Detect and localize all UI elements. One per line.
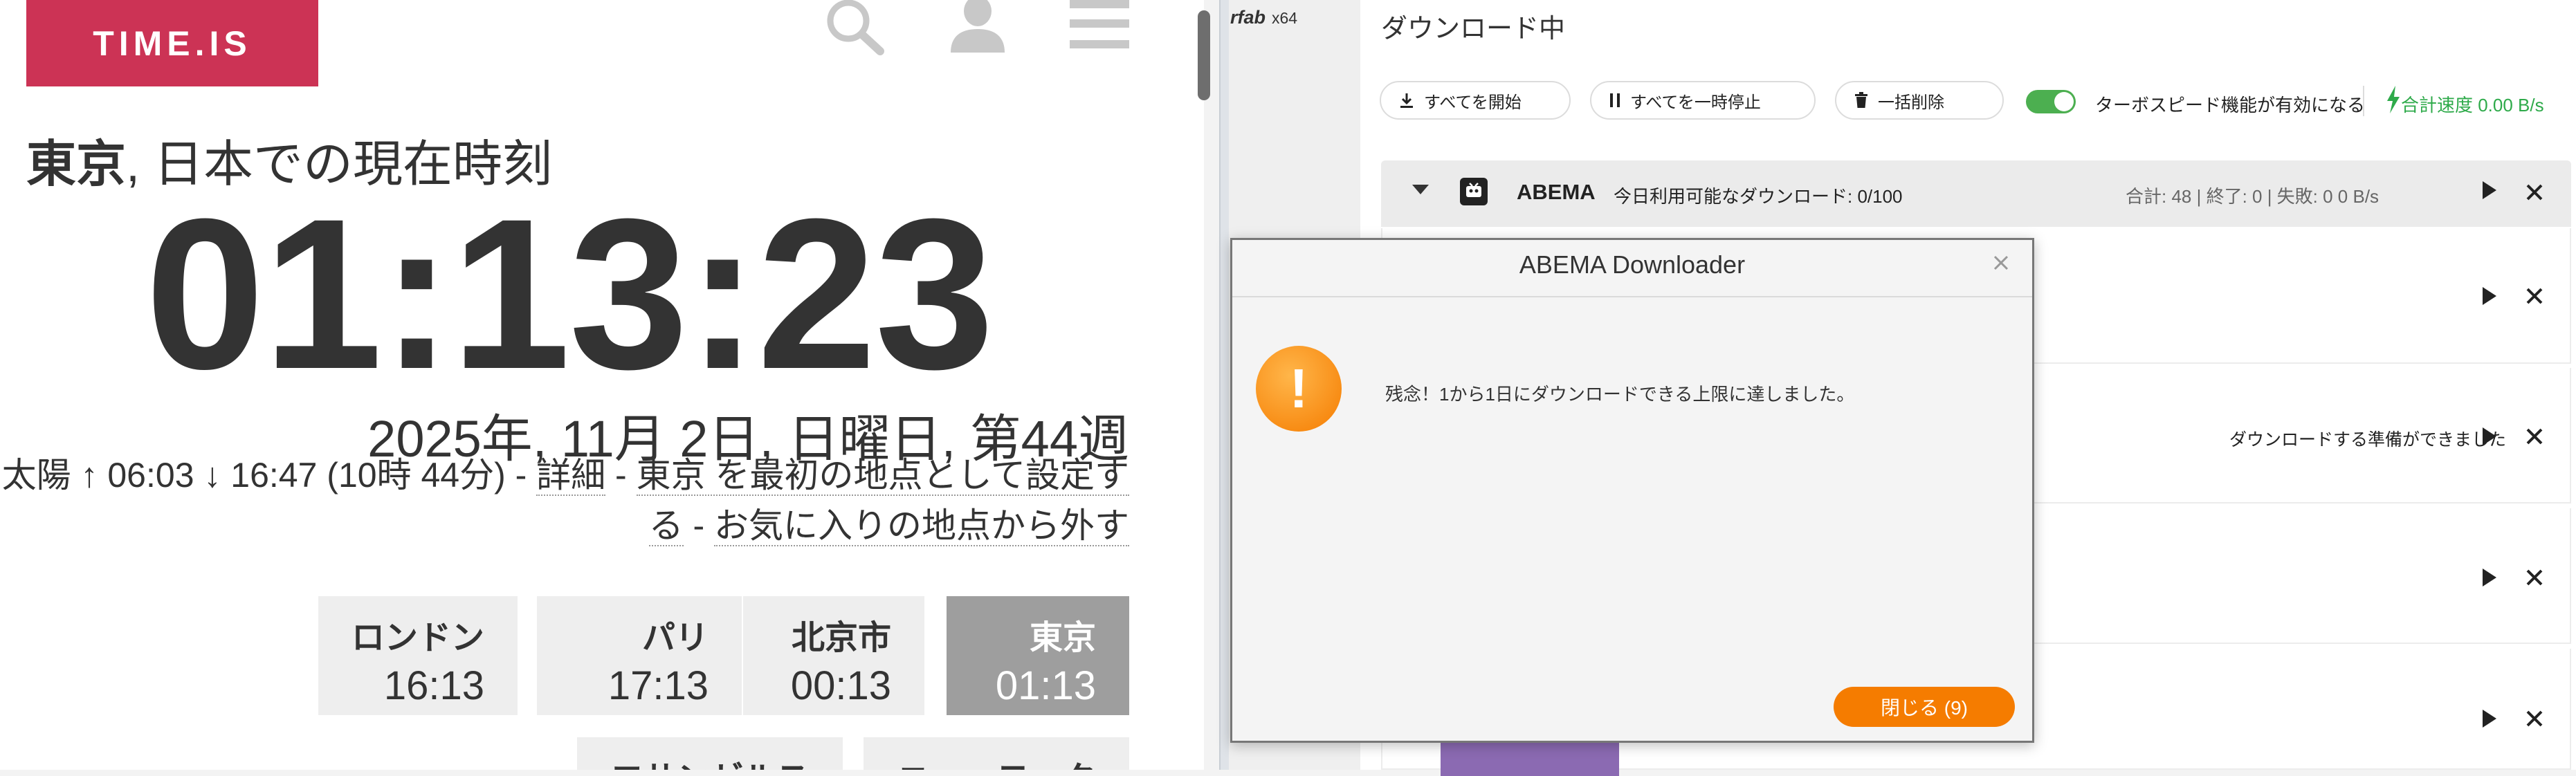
close-icon[interactable] <box>2525 427 2543 449</box>
close-icon[interactable] <box>2525 569 2543 590</box>
scrollbar-thumb[interactable] <box>1198 10 1210 100</box>
city-time: 00:13 <box>790 663 891 708</box>
close-icon[interactable] <box>1991 249 2011 280</box>
dialog-message: 残念！1から1日にダウンロードできる上限に達しました。 <box>1385 384 1855 405</box>
dialog-title: ABEMA Downloader <box>1519 250 1746 279</box>
menu-icon[interactable] <box>1070 0 1129 51</box>
row-status: ダウンロードする準備ができました <box>2229 430 2507 450</box>
city-tile-london[interactable]: ロンドン 16:13 <box>318 596 518 715</box>
city-tile-tokyo[interactable]: 東京 01:13 <box>947 596 1129 715</box>
divider <box>2363 86 2364 116</box>
close-button[interactable]: 閉じる (9) <box>1834 687 2015 727</box>
app-arch-label: x64 <box>1272 9 1298 27</box>
collapse-icon[interactable] <box>1412 184 1429 198</box>
city-time: 01:13 <box>995 663 1096 708</box>
download-icon <box>1400 93 1413 108</box>
warning-icon: ! <box>1256 346 1342 432</box>
pause-all-button[interactable]: すべてを一時停止 <box>1590 81 1816 120</box>
group-quota: 今日利用可能なダウンロード: 0/100 <box>1614 186 1903 207</box>
city-name: ニューヨーク <box>864 751 1096 770</box>
details-link[interactable]: 詳細 <box>536 456 606 496</box>
page-title: ダウンロード中 <box>1381 15 1566 44</box>
play-icon[interactable] <box>2481 180 2498 207</box>
delete-all-button[interactable]: 一括削除 <box>1835 81 2004 120</box>
separator: - <box>683 506 714 545</box>
city-name: 北京市 <box>791 620 891 656</box>
group-stats: 合計: 48 | 終了: 0 | 失敗: 0 0 B/s <box>2126 186 2379 207</box>
sun-times: 太陽 ↑ 06:03 ↓ 16:47 (10時 44分) - <box>1 456 537 495</box>
start-all-label: すべてを開始 <box>1424 93 1522 112</box>
set-first-location-link-cont[interactable]: る <box>648 506 684 546</box>
set-first-location-link[interactable]: 東京 を最初の地点として設定す <box>636 456 1129 496</box>
group-name: ABEMA <box>1517 180 1596 204</box>
total-speed: 合計速度 0.00 B/s <box>2401 95 2544 116</box>
headline-city: 東京 <box>26 137 127 192</box>
city-name: 東京 <box>1029 620 1096 656</box>
abema-icon <box>1460 178 1488 205</box>
city-tile-los-angeles[interactable]: ロサンゼルス <box>577 737 843 770</box>
close-icon[interactable] <box>2525 287 2543 308</box>
city-name: ロンドン <box>351 620 484 656</box>
clock-display: 01:13:23 <box>145 174 994 414</box>
start-all-button[interactable]: すべてを開始 <box>1380 81 1571 120</box>
separator: - <box>605 456 637 495</box>
close-icon[interactable] <box>2525 181 2543 207</box>
scrollbar-track[interactable] <box>1191 0 1204 770</box>
turbo-label: ターボスピード機能が有効になる <box>2095 95 2366 116</box>
city-name: ロサンゼルス <box>577 751 810 770</box>
city-tile-new-york[interactable]: ニューヨーク <box>864 737 1129 770</box>
city-tile-paris[interactable]: パリ 17:13 <box>537 596 742 715</box>
search-icon[interactable] <box>823 0 886 55</box>
turbo-toggle[interactable] <box>2026 90 2076 113</box>
city-tile-beijing[interactable]: 北京市 00:13 <box>743 596 924 715</box>
play-icon[interactable] <box>2481 708 2498 732</box>
sun-info-line: 太陽 ↑ 06:03 ↓ 16:47 (10時 44分) - 詳細 - 東京 を… <box>0 456 1129 496</box>
play-icon[interactable] <box>2481 567 2498 591</box>
city-time: 16:13 <box>383 663 484 708</box>
city-time: 17:13 <box>608 663 709 708</box>
user-icon[interactable] <box>949 0 1006 53</box>
sun-info-line-2: る - お気に入りの地点から外す <box>0 506 1129 546</box>
city-name: パリ <box>641 620 709 656</box>
lightning-icon <box>2386 86 2401 117</box>
remove-favorite-link[interactable]: お気に入りの地点から外す <box>714 506 1129 546</box>
close-icon[interactable] <box>2525 710 2543 731</box>
trash-icon <box>1855 92 1867 108</box>
play-icon[interactable] <box>2481 286 2498 310</box>
app-logo: rfab <box>1230 7 1266 28</box>
delete-all-label: 一括削除 <box>1878 93 1944 112</box>
play-icon[interactable] <box>2481 426 2498 450</box>
pause-icon <box>1610 93 1620 107</box>
timeis-logo[interactable]: TIME.IS <box>26 0 318 86</box>
limit-dialog <box>1230 238 2034 743</box>
pause-all-label: すべてを一時停止 <box>1630 93 1761 112</box>
dialog-divider <box>1232 296 2032 297</box>
